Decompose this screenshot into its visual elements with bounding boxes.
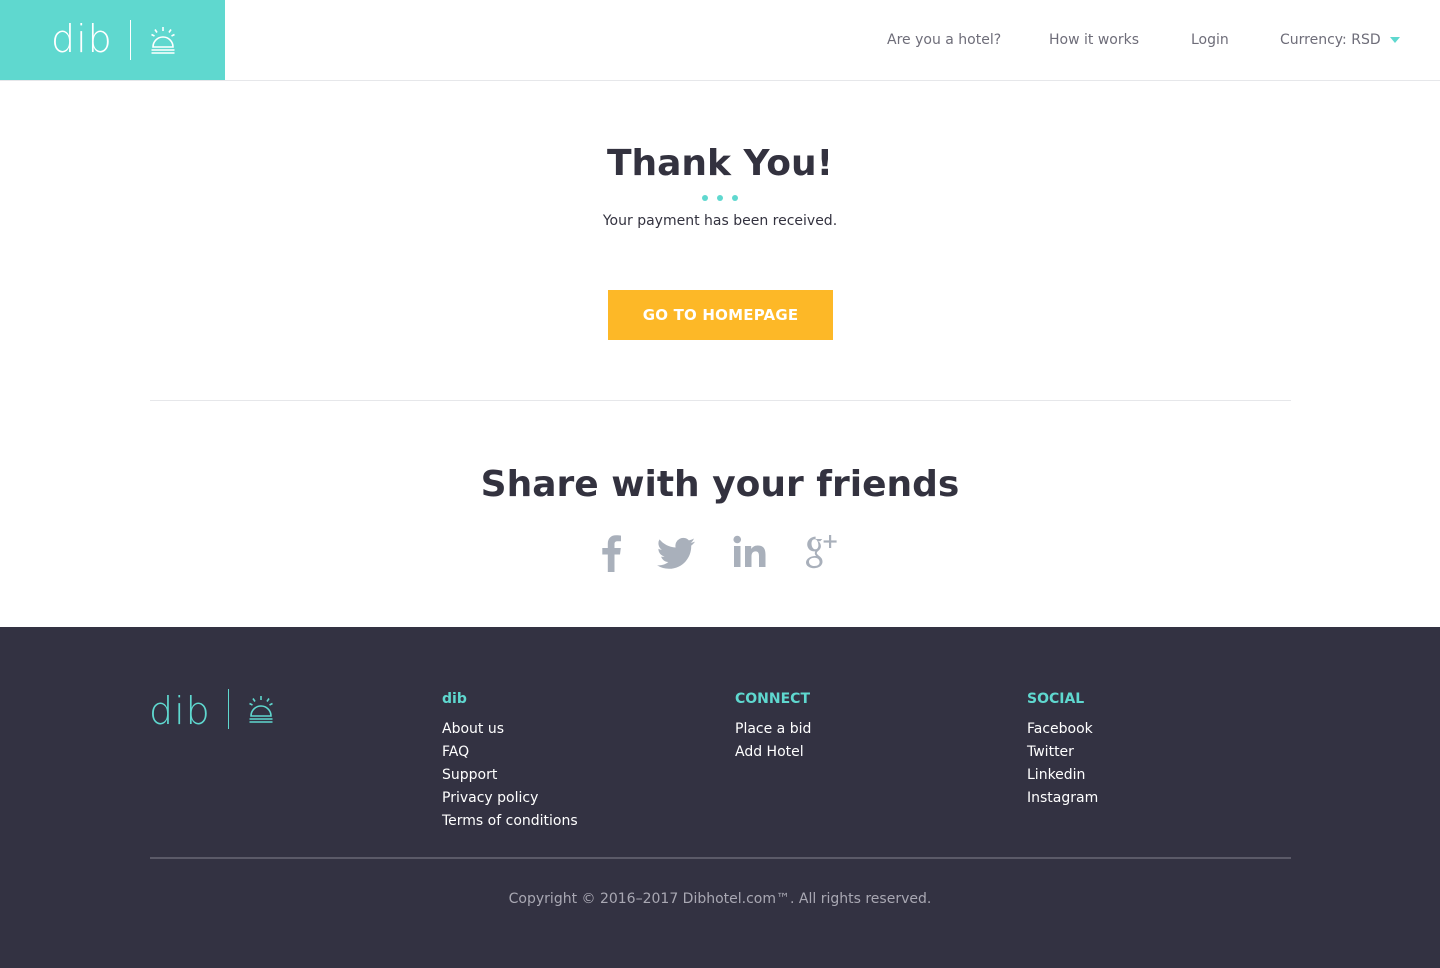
dot	[732, 195, 738, 201]
footer-column-dib: dib About us FAQ Support Privacy policy …	[442, 690, 578, 833]
nav-are-you-a-hotel[interactable]: Are you a hotel?	[887, 30, 1001, 50]
facebook-icon[interactable]	[598, 532, 624, 572]
site-footer: dib dib About us FAQ Support Privacy pol…	[0, 627, 1440, 968]
footer-heading-dib: dib	[442, 691, 467, 707]
share-title: Share with your friends	[480, 464, 960, 505]
section-divider	[150, 400, 1291, 401]
footer-heading-connect: CONNECT	[735, 691, 810, 707]
payment-confirmation-text: Your payment has been received.	[602, 213, 838, 229]
logo-link[interactable]: dib	[0, 0, 225, 80]
logo-divider	[130, 20, 131, 60]
footer-link-privacy-policy[interactable]: Privacy policy	[442, 787, 578, 810]
linkedin-icon[interactable]	[732, 532, 768, 572]
service-bell-icon	[249, 696, 273, 723]
footer-link-facebook[interactable]: Facebook	[1027, 718, 1098, 741]
nav-login[interactable]: Login	[1191, 30, 1229, 50]
footer-heading-social: SOCIAL	[1027, 691, 1085, 707]
footer-link-instagram[interactable]: Instagram	[1027, 787, 1098, 810]
footer-link-support[interactable]: Support	[442, 764, 578, 787]
footer-column-social: SOCIAL Facebook Twitter Linkedin Instagr…	[1027, 690, 1098, 810]
dot	[702, 195, 708, 201]
footer-link-terms[interactable]: Terms of conditions	[442, 810, 578, 833]
twitter-icon[interactable]	[656, 532, 696, 572]
footer-link-faq[interactable]: FAQ	[442, 741, 578, 764]
site-header: dib Are you a hotel? How it works Login …	[0, 0, 1440, 81]
logo-wordmark: dib	[51, 17, 113, 61]
footer-divider	[150, 857, 1291, 859]
dot	[717, 195, 723, 201]
footer-link-linkedin[interactable]: Linkedin	[1027, 764, 1098, 787]
page-title: Thank You!	[606, 143, 834, 184]
chevron-down-icon[interactable]	[1390, 37, 1400, 43]
go-to-homepage-button[interactable]: GO TO HOMEPAGE	[608, 290, 833, 340]
footer-link-place-a-bid[interactable]: Place a bid	[735, 718, 811, 741]
footer-link-about-us[interactable]: About us	[442, 718, 578, 741]
footer-link-add-hotel[interactable]: Add Hotel	[735, 741, 811, 764]
google-plus-icon[interactable]	[803, 532, 839, 572]
footer-logo-wordmark: dib	[149, 689, 211, 733]
footer-link-twitter[interactable]: Twitter	[1027, 741, 1098, 764]
footer-logo-divider	[228, 689, 229, 729]
copyright-text: Copyright © 2016–2017 Dibhotel.com™. All…	[508, 891, 932, 907]
dots-divider	[700, 195, 740, 203]
nav-how-it-works[interactable]: How it works	[1049, 30, 1139, 50]
service-bell-icon	[151, 27, 175, 54]
footer-column-connect: CONNECT Place a bid Add Hotel	[735, 690, 811, 764]
currency-selector[interactable]: Currency: RSD	[1280, 30, 1381, 50]
